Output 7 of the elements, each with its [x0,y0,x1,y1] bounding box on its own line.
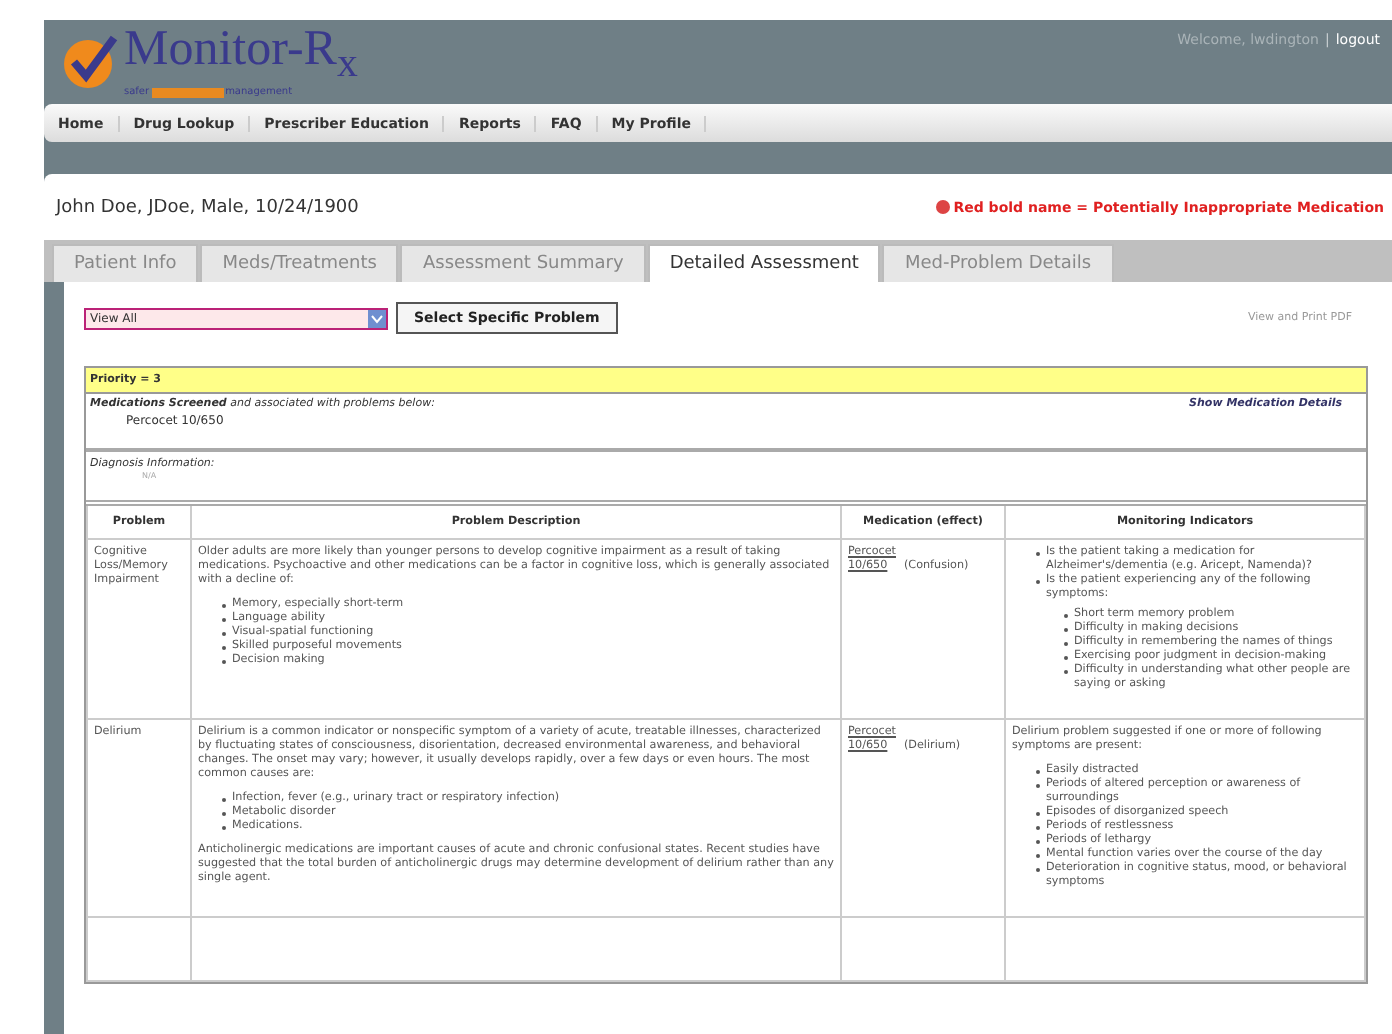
warning-icon [935,200,950,214]
check-circle-icon [60,32,120,92]
dropdown-arrow-icon [368,309,386,327]
tab[interactable]: Detailed Assessment [647,244,881,282]
patient-name: John Doe, JDoe, Male, 10/24/1900 [56,197,359,217]
logo-title: Monitor-R$_{x}$ [124,26,358,86]
tagline-bar [151,87,224,97]
